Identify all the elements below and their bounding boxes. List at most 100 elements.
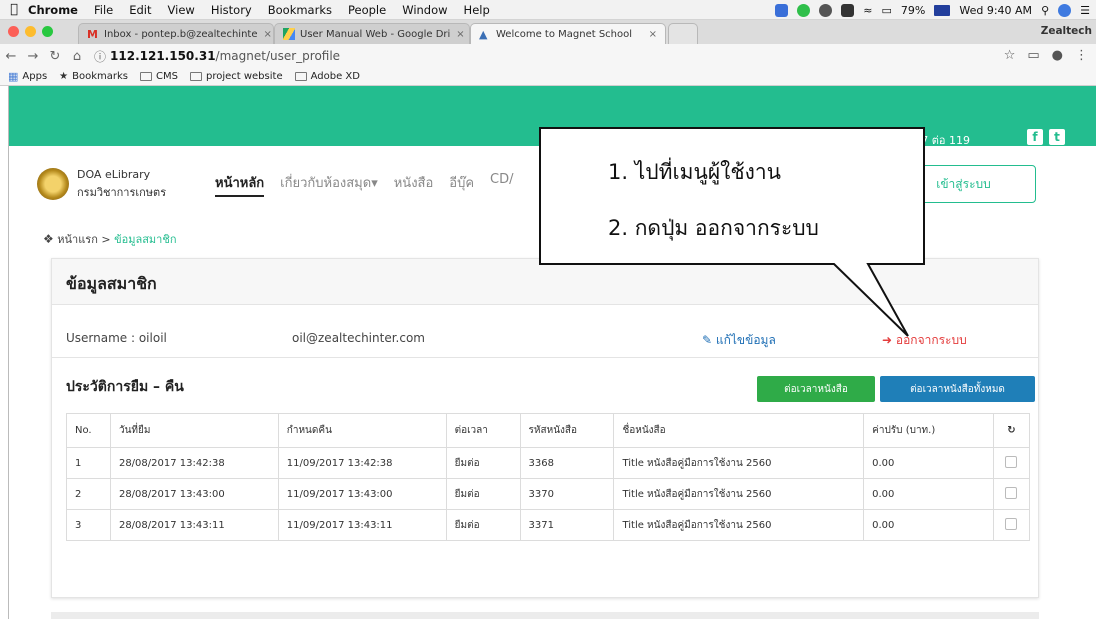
col-fine: ค่าปรับ (บาท.) bbox=[863, 413, 994, 448]
menu-file[interactable]: File bbox=[94, 3, 113, 17]
spotlight-icon[interactable]: ⚲ bbox=[1041, 4, 1049, 17]
back-icon[interactable]: ← bbox=[0, 49, 22, 64]
tab-user-manual[interactable]: User Manual Web - Google Dri × bbox=[274, 23, 470, 44]
notification-icon[interactable]: ☰ bbox=[1080, 4, 1090, 17]
cell-due-date: 11/09/2017 13:43:11 bbox=[277, 509, 447, 541]
wifi-icon[interactable]: ≈ bbox=[863, 4, 872, 17]
tray-chat-icon[interactable] bbox=[797, 3, 811, 17]
breadcrumb-home[interactable]: หน้าแรก bbox=[57, 233, 98, 246]
nav-home[interactable]: หน้าหลัก bbox=[215, 172, 265, 197]
cell-extend: ยืมต่อ bbox=[445, 447, 521, 479]
doa-logo-icon[interactable] bbox=[37, 168, 69, 200]
minimize-window-icon[interactable] bbox=[25, 26, 36, 37]
home-icon[interactable]: ❖ bbox=[43, 232, 54, 246]
tab-label: Inbox - pontep.b@zealtechinte bbox=[104, 28, 258, 40]
bookmark-adobe-xd[interactable]: Adobe XD bbox=[294, 71, 360, 82]
edit-profile-link[interactable]: ✎ แก้ไขข้อมูล bbox=[702, 331, 776, 350]
tab-inbox[interactable]: M Inbox - pontep.b@zealtechinte × bbox=[78, 23, 274, 44]
menu-people[interactable]: People bbox=[348, 3, 386, 17]
extension-icon[interactable]: ● bbox=[1052, 48, 1063, 63]
bookmark-apps[interactable]: ▦ Apps bbox=[8, 70, 47, 83]
close-tab-icon[interactable]: × bbox=[643, 29, 657, 40]
info-icon[interactable]: ⓘ bbox=[94, 48, 106, 65]
tab-label: User Manual Web - Google Dri bbox=[300, 28, 451, 40]
logout-link[interactable]: ➜ ออกจากระบบ bbox=[882, 331, 967, 350]
nav-books[interactable]: หนังสือ bbox=[394, 172, 434, 197]
cell-extend: ยืมต่อ bbox=[445, 478, 521, 510]
table-row: 3 28/08/2017 13:43:11 11/09/2017 13:43:1… bbox=[66, 509, 1031, 541]
footer-rule bbox=[51, 612, 1039, 619]
table-row: 1 28/08/2017 13:42:38 11/09/2017 13:42:3… bbox=[66, 447, 1031, 479]
email-text: oil@zealtechinter.com bbox=[292, 331, 425, 345]
row-checkbox[interactable] bbox=[1005, 455, 1018, 468]
siri-icon[interactable] bbox=[1058, 3, 1072, 17]
extend-book-button[interactable]: ต่อเวลาหนังสือ bbox=[757, 376, 875, 402]
cast-icon[interactable]: ▭ bbox=[1027, 48, 1039, 63]
zoom-window-icon[interactable] bbox=[42, 26, 53, 37]
col-book-code: รหัสหนังสือ bbox=[519, 413, 615, 448]
cell-book-title: Title หนังสือคู่มือการใช้งาน 2560 bbox=[613, 509, 865, 541]
menu-edit[interactable]: Edit bbox=[129, 3, 151, 17]
tray-sync-icon[interactable] bbox=[819, 3, 833, 17]
menu-bookmarks[interactable]: Bookmarks bbox=[268, 3, 332, 17]
apple-icon[interactable]:  bbox=[0, 2, 28, 17]
forward-icon[interactable]: → bbox=[22, 49, 44, 64]
nav-about-library[interactable]: เกี่ยวกับห้องสมุด▾ bbox=[280, 172, 378, 197]
tab-magnet-school[interactable]: ▲ Welcome to Magnet School × bbox=[470, 23, 666, 44]
breadcrumb: ❖ หน้าแรก > ข้อมูลสมาชิก bbox=[43, 230, 176, 248]
bookmark-project-website[interactable]: project website bbox=[189, 71, 283, 82]
cell-book-code: 3371 bbox=[519, 509, 615, 541]
profile-name[interactable]: Zealtech bbox=[1041, 25, 1092, 37]
home-icon[interactable]: ⌂ bbox=[66, 49, 88, 64]
cell-select bbox=[992, 447, 1031, 479]
cell-extend: ยืมต่อ bbox=[445, 509, 521, 541]
reload-icon[interactable]: ↻ bbox=[44, 49, 66, 64]
contact-phone: 0151-7 ต่อ 119 bbox=[889, 134, 970, 147]
col-refresh-icon[interactable]: ↻ bbox=[992, 413, 1031, 448]
nav-ebooks[interactable]: อีบุ๊ค bbox=[449, 172, 474, 197]
callout-step-2: 2. กดปุ่ม ออกจากระบบ bbox=[608, 216, 819, 240]
battery-percent[interactable]: 79% bbox=[901, 4, 925, 17]
extend-all-books-button[interactable]: ต่อเวลาหนังสือทั้งหมด bbox=[880, 376, 1035, 402]
menu-app-chrome[interactable]: Chrome bbox=[28, 3, 78, 17]
tray-app-icon[interactable] bbox=[775, 3, 789, 17]
row-checkbox[interactable] bbox=[1005, 517, 1018, 530]
close-tab-icon[interactable]: × bbox=[450, 29, 464, 40]
bookmark-cms[interactable]: CMS bbox=[140, 71, 178, 82]
clock[interactable]: Wed 9:40 AM bbox=[959, 4, 1032, 17]
menu-history[interactable]: History bbox=[211, 3, 252, 17]
school-icon: ▲ bbox=[479, 28, 488, 41]
folder-icon bbox=[140, 72, 152, 81]
menu-window[interactable]: Window bbox=[402, 3, 447, 17]
url-path: /magnet/user_profile bbox=[215, 49, 341, 63]
menu-help[interactable]: Help bbox=[464, 3, 490, 17]
close-window-icon[interactable] bbox=[8, 26, 19, 37]
cell-no: 1 bbox=[66, 447, 111, 479]
tray-window-icon[interactable] bbox=[841, 3, 855, 17]
row-checkbox[interactable] bbox=[1005, 486, 1018, 499]
airplay-icon[interactable]: ▭ bbox=[882, 4, 892, 17]
login-button[interactable]: เข้าสู่ระบบ bbox=[891, 165, 1036, 203]
star-filled-icon: ★ bbox=[59, 71, 69, 82]
url-field[interactable]: ⓘ 112.121.150.31 /magnet/user_profile bbox=[94, 48, 340, 65]
window-controls bbox=[8, 26, 53, 37]
folder-icon bbox=[294, 72, 307, 81]
bookmark-label: Adobe XD bbox=[310, 71, 360, 82]
new-tab-button[interactable] bbox=[668, 23, 698, 44]
tab-label: Welcome to Magnet School bbox=[496, 28, 633, 40]
star-icon[interactable]: ☆ bbox=[1004, 48, 1016, 63]
menu-view[interactable]: View bbox=[168, 3, 195, 17]
bookmark-label: CMS bbox=[156, 71, 178, 82]
cell-borrow-date: 28/08/2017 13:43:11 bbox=[109, 509, 279, 541]
toolbar-actions: ☆ ▭ ● ⋮ bbox=[1004, 48, 1088, 63]
facebook-icon[interactable]: f bbox=[1027, 129, 1043, 145]
bookmark-bookmarks[interactable]: ★ Bookmarks bbox=[59, 71, 128, 82]
more-icon[interactable]: ⋮ bbox=[1075, 48, 1088, 63]
cell-borrow-date: 28/08/2017 13:42:38 bbox=[109, 447, 279, 479]
flag-icon[interactable] bbox=[934, 4, 951, 16]
cell-due-date: 11/09/2017 13:43:00 bbox=[277, 478, 447, 510]
folder-icon bbox=[189, 72, 202, 81]
nav-cd[interactable]: CD/ bbox=[490, 172, 513, 197]
twitter-icon[interactable]: t bbox=[1049, 129, 1065, 145]
close-tab-icon[interactable]: × bbox=[258, 29, 272, 40]
